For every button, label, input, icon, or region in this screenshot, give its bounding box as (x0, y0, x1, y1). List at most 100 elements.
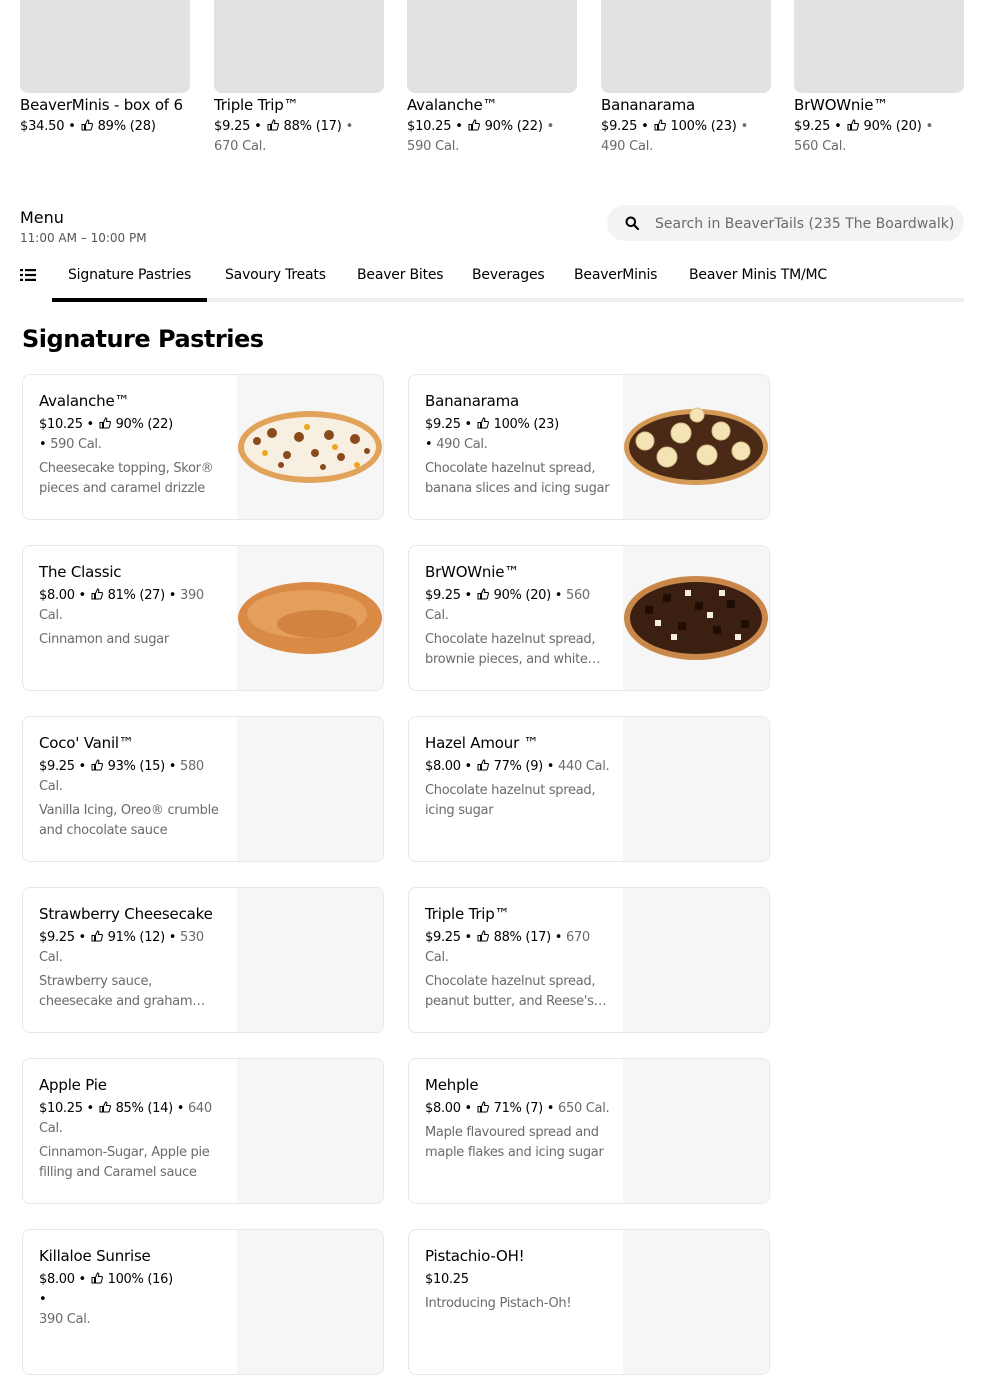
thumbs-up-icon (477, 588, 489, 600)
item-name: BrWOWnie™ (425, 563, 520, 581)
item-description: Vanilla Icing, Oreo® crumble and chocola… (39, 803, 219, 838)
item-rating: 90% (22) (115, 417, 174, 432)
menu-item-card[interactable]: Triple Trip™ $9.25 • 88% (17) • 670 Cal. C… (408, 887, 770, 1033)
tab-savoury-treats[interactable]: Savoury Treats (209, 262, 342, 298)
item-meta: $9.25 • 91% (12) • 530 Cal. (39, 930, 204, 965)
item-calories: 650 Cal. (558, 1101, 610, 1116)
featured-item-meta: $9.25 • 100% (23) • 490 Cal. (601, 119, 749, 154)
featured-item[interactable]: Triple Trip™ $9.25 • 88% (17) • 670 Cal. (214, 0, 384, 157)
item-name: Pistachio-OH! (425, 1247, 525, 1265)
item-meta: $8.00 • 71% (7) • 650 Cal. (425, 1101, 610, 1116)
menu-item-card[interactable]: Hazel Amour ™ $8.00 • 77% (9) • 440 Cal. C… (408, 716, 770, 862)
tab-beaver-bites[interactable]: Beaver Bites (341, 262, 459, 298)
menu-item-card[interactable]: Avalanche™ $10.25 • 90% (22) • 590 Cal. Ch… (22, 374, 384, 520)
thumbs-up-icon (81, 119, 93, 131)
menu-item-card[interactable]: Strawberry Cheesecake $9.25 • 91% (12) • … (22, 887, 384, 1033)
featured-item-meta: $9.25 • 90% (20) • 560 Cal. (794, 119, 934, 154)
menu-item-card[interactable]: Pistachio-OH! $10.25 Introducing Pistach-O… (408, 1229, 770, 1375)
item-name: Killaloe Sunrise (39, 1247, 151, 1265)
item-name: The Classic (39, 563, 122, 581)
item-text: Hazel Amour ™ $8.00 • 77% (9) • 440 Cal. C… (425, 733, 615, 821)
item-meta: $10.25 • 85% (14) • 640 Cal. (39, 1101, 212, 1136)
item-price: $8.00 (39, 1272, 75, 1287)
item-description: Maple flavoured spread and maple flakes … (425, 1125, 604, 1160)
item-calories: 440 Cal. (558, 759, 610, 774)
item-description: Cinnamon-Sugar, Apple pie filling and Ca… (39, 1145, 210, 1180)
item-rating: 93% (15) (107, 759, 166, 774)
featured-item-image (601, 0, 771, 93)
tab-beaver-minis-tm-mc[interactable]: Beaver Minis TM/MC (673, 262, 843, 298)
item-price: $9.25 (425, 417, 461, 432)
item-name: Mehple (425, 1076, 479, 1094)
item-calories: 590 Cal. (50, 437, 102, 452)
item-price: $8.00 (425, 759, 461, 774)
item-image (237, 546, 383, 690)
menu-item-card[interactable]: Apple Pie $10.25 • 85% (14) • 640 Cal. Cin… (22, 1058, 384, 1204)
featured-item-image (407, 0, 577, 93)
search-bar[interactable] (607, 205, 964, 243)
item-rating: 90% (20) (493, 588, 552, 603)
item-text: Avalanche™ $10.25 • 90% (22) • 590 Cal. Ch… (39, 391, 229, 499)
item-rating: 91% (12) (107, 930, 166, 945)
featured-item-image (20, 0, 190, 93)
item-name: Coco' Vanil™ (39, 734, 134, 752)
item-text: Triple Trip™ $9.25 • 88% (17) • 670 Cal. C… (425, 904, 615, 1012)
item-rating: 77% (9) (493, 759, 544, 774)
section-title: Signature Pastries (22, 325, 264, 353)
menu-item-card[interactable]: BrWOWnie™ $9.25 • 90% (20) • 560 Cal. Choc… (408, 545, 770, 691)
featured-item-meta: $34.50 • 89% (28) (20, 119, 156, 134)
featured-item-meta: $9.25 • 88% (17) • 670 Cal. (214, 119, 354, 154)
thumbs-up-icon (477, 417, 489, 429)
item-text: Bananarama $9.25 • 100% (23) • 490 Cal. Ch… (425, 391, 615, 499)
featured-item[interactable]: BrWOWnie™ $9.25 • 90% (20) • 560 Cal. (794, 0, 964, 157)
item-description: Chocolate hazelnut spread, icing sugar (425, 783, 596, 818)
thumbs-up-icon (99, 417, 111, 429)
item-image (623, 375, 769, 519)
item-text: Mehple $8.00 • 71% (7) • 650 Cal. Maple fl… (425, 1075, 615, 1163)
tab-beverages[interactable]: Beverages (456, 262, 560, 298)
item-description: Cinnamon and sugar (39, 632, 169, 647)
item-meta: $8.00 • 100% (16) • 390 Cal. (39, 1272, 173, 1327)
featured-item[interactable]: Bananarama $9.25 • 100% (23) • 490 Cal. (601, 0, 771, 157)
item-price: $9.25 (425, 930, 461, 945)
category-list-icon[interactable] (20, 268, 36, 282)
item-name: Triple Trip™ (425, 905, 510, 923)
item-calories: 490 Cal. (436, 437, 488, 452)
item-image (237, 1059, 383, 1203)
thumbs-up-icon (477, 759, 489, 771)
item-meta: $10.25 • 90% (22) • 590 Cal. (39, 417, 174, 452)
tab-beaverminis[interactable]: BeaverMinis (558, 262, 673, 298)
thumbs-up-icon (847, 119, 859, 131)
menu-item-card[interactable]: Coco' Vanil™ $9.25 • 93% (15) • 580 Cal. V… (22, 716, 384, 862)
item-meta: $10.25 (425, 1270, 615, 1290)
item-calories: 390 Cal. (39, 1312, 91, 1327)
menu-item-card[interactable]: The Classic $8.00 • 81% (27) • 390 Cal. Ci… (22, 545, 384, 691)
item-price: $10.25 (39, 1101, 83, 1116)
item-description: Chocolate hazelnut spread, banana slices… (425, 461, 610, 496)
item-meta: $9.25 • 88% (17) • 670 Cal. (425, 930, 590, 965)
menu-item-card[interactable]: Killaloe Sunrise $8.00 • 100% (16) • 390 C… (22, 1229, 384, 1375)
item-price: $9.25 (425, 588, 461, 603)
item-description: Cheesecake topping, Skor® pieces and car… (39, 461, 214, 496)
menu-item-card[interactable]: Mehple $8.00 • 71% (7) • 650 Cal. Maple fl… (408, 1058, 770, 1204)
item-image (237, 888, 383, 1032)
featured-item-name: Bananarama (601, 96, 696, 114)
item-image (623, 1230, 769, 1374)
item-text: Killaloe Sunrise $8.00 • 100% (16) • 390 C… (39, 1246, 229, 1334)
thumbs-up-icon (468, 119, 480, 131)
featured-item[interactable]: BeaverMinis - box of 6 $34.50 • 89% (28) (20, 0, 190, 137)
item-name: Avalanche™ (39, 392, 130, 410)
item-text: The Classic $8.00 • 81% (27) • 390 Cal. Ci… (39, 562, 229, 650)
thumbs-up-icon (91, 1272, 103, 1284)
item-image (623, 888, 769, 1032)
menu-item-card[interactable]: Bananarama $9.25 • 100% (23) • 490 Cal. Ch… (408, 374, 770, 520)
item-price: $9.25 (39, 759, 75, 774)
category-tabs: Signature Pastries Savoury Treats Beaver… (52, 262, 964, 302)
featured-item[interactable]: Avalanche™ $10.25 • 90% (22) • 590 Cal. (407, 0, 577, 157)
item-image (623, 1059, 769, 1203)
menu-title: Menu (20, 208, 64, 227)
search-input[interactable] (653, 205, 957, 243)
menu-hours: 11:00 AM – 10:00 PM (20, 231, 147, 245)
item-description: Chocolate hazelnut spread, peanut butter… (425, 974, 596, 1009)
tab-signature-pastries[interactable]: Signature Pastries (52, 262, 208, 302)
